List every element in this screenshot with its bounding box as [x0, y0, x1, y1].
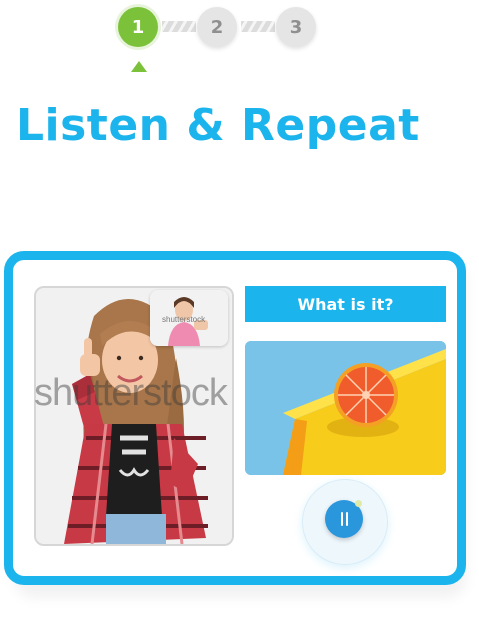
active-step-caret-icon	[131, 61, 147, 72]
step-3-label: 3	[289, 16, 303, 38]
step-2-label: 2	[210, 16, 224, 38]
step-1-label: 1	[131, 16, 145, 38]
self-view-thumbnail[interactable]: shutterstock	[150, 290, 228, 346]
step-2[interactable]: 2	[197, 7, 237, 47]
step-connector	[162, 21, 196, 32]
pause-icon	[340, 512, 348, 526]
progress-stepper: 1 2 3	[0, 0, 479, 90]
recording-indicator-dot	[355, 500, 362, 507]
step-connector	[241, 21, 275, 32]
video-watermark: shutterstock	[34, 372, 228, 414]
question-prompt: What is it?	[245, 286, 446, 322]
step-1[interactable]: 1	[118, 7, 158, 47]
page-title: Listen & Repeat	[16, 100, 420, 151]
question-image	[245, 341, 446, 475]
step-3[interactable]: 3	[276, 7, 316, 47]
self-view-watermark: shutterstock	[162, 315, 206, 324]
grapefruit-image	[245, 341, 446, 475]
